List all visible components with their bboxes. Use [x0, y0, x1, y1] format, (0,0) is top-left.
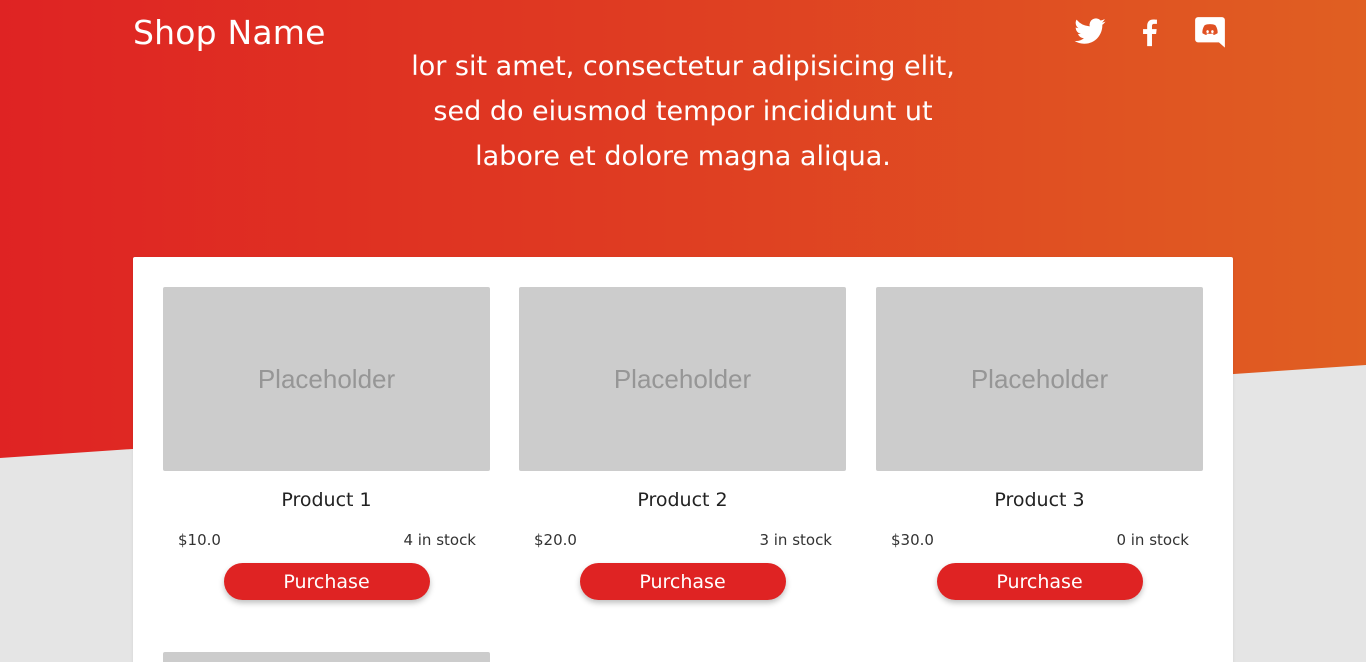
- product-name: Product 2: [637, 489, 728, 511]
- product-item: Placeholder Product 1 $10.0 4 in stock P…: [163, 287, 490, 600]
- product-card: Placeholder Product 1 $10.0 4 in stock P…: [133, 257, 1233, 662]
- product-item: Placeholder Product 2 $20.0 3 in stock P…: [519, 287, 846, 600]
- twitter-icon[interactable]: [1073, 15, 1107, 49]
- facebook-icon[interactable]: [1133, 15, 1167, 49]
- purchase-button[interactable]: Purchase: [223, 563, 430, 600]
- purchase-button[interactable]: Purchase: [936, 563, 1143, 600]
- product-name: Product 1: [281, 489, 372, 511]
- product-image: [163, 652, 490, 662]
- product-stock: 4 in stock: [403, 531, 476, 549]
- product-price: $20.0: [534, 531, 577, 549]
- product-price: $30.0: [891, 531, 934, 549]
- hero-line: lor sit amet, consectetur adipisicing el…: [411, 51, 955, 82]
- purchase-button[interactable]: Purchase: [579, 563, 786, 600]
- product-meta: $30.0 0 in stock: [876, 531, 1203, 549]
- page: Shop Name lor sit amet, consectetur adip…: [0, 0, 1366, 662]
- hero-text: lor sit amet, consectetur adipisicing el…: [383, 44, 983, 179]
- product-stock: 3 in stock: [759, 531, 832, 549]
- product-image: Placeholder: [519, 287, 846, 471]
- social-links: [1073, 15, 1227, 49]
- hero-line: sed do eiusmod tempor incididunt ut: [433, 96, 933, 127]
- product-meta: $20.0 3 in stock: [519, 531, 846, 549]
- product-image: Placeholder: [876, 287, 1203, 471]
- product-name: Product 3: [994, 489, 1085, 511]
- shop-name[interactable]: Shop Name: [133, 13, 326, 52]
- product-stock: 0 in stock: [1116, 531, 1189, 549]
- product-image: Placeholder: [163, 287, 490, 471]
- hero-line: labore et dolore magna aliqua.: [475, 141, 891, 172]
- product-meta: $10.0 4 in stock: [163, 531, 490, 549]
- discord-icon[interactable]: [1193, 15, 1227, 49]
- product-item: Placeholder Product 3 $30.0 0 in stock P…: [876, 287, 1203, 600]
- product-price: $10.0: [178, 531, 221, 549]
